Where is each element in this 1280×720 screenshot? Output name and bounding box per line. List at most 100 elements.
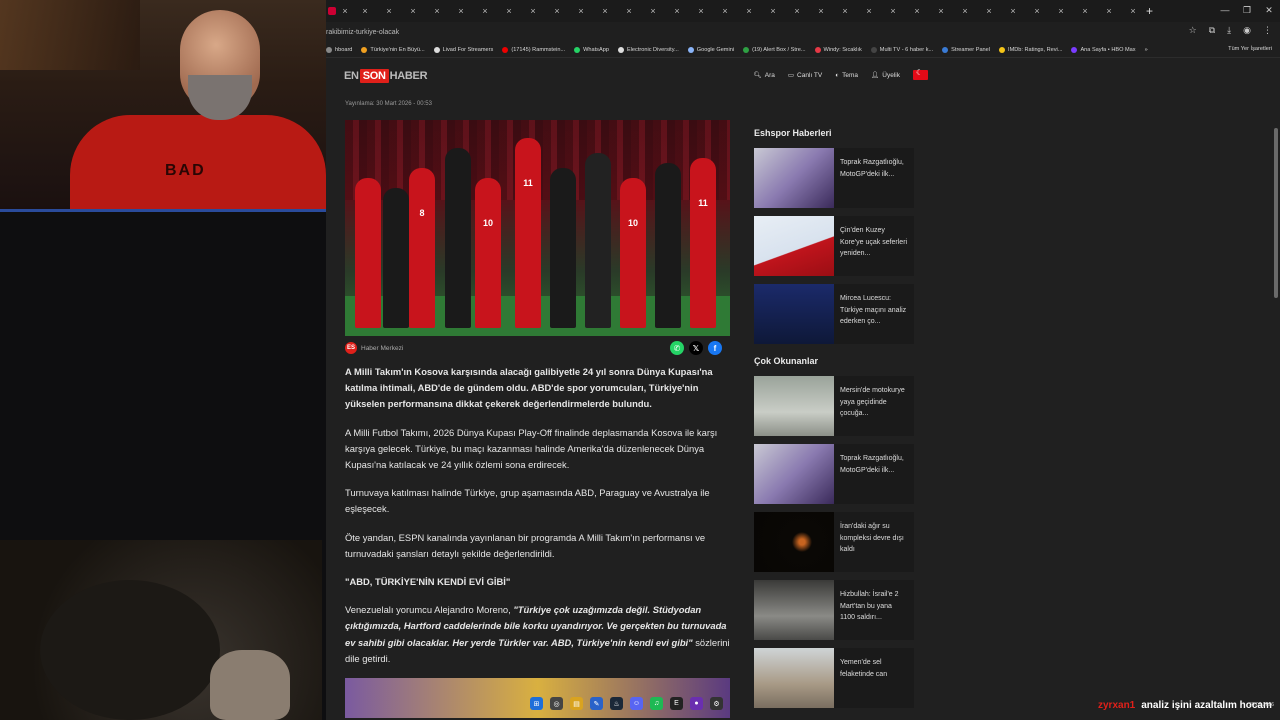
browser-tab[interactable]: × xyxy=(854,3,878,19)
nav-membership[interactable]: 👤︎ Üyelik xyxy=(871,70,900,80)
tab-close-icon[interactable]: × xyxy=(626,6,631,16)
tab-close-icon[interactable]: × xyxy=(506,6,511,16)
tab-close-icon[interactable]: × xyxy=(746,6,751,16)
tab-close-icon[interactable]: × xyxy=(1010,6,1015,16)
address-bar[interactable]: rakibimiz-turkiye-olacak ☆ ⧉ ⤓ ◉ ⋮ xyxy=(326,22,1280,42)
tab-close-icon[interactable]: × xyxy=(482,6,487,16)
browser-tab[interactable]: × xyxy=(542,3,566,19)
browser-tab[interactable]: × xyxy=(662,3,686,19)
tab-close-icon[interactable]: × xyxy=(554,6,559,16)
browser-tab[interactable]: × xyxy=(1070,3,1094,19)
whatsapp-share-icon[interactable]: ✆ xyxy=(670,341,684,355)
browser-tab[interactable]: × xyxy=(1046,3,1070,19)
bookmark-item[interactable]: Multi TV - 6 haber k... xyxy=(870,46,933,53)
bookmark-item[interactable]: Ana Sayfa • HBO Max xyxy=(1071,46,1136,53)
settings-icon[interactable]: ⚙ xyxy=(710,697,723,710)
folder-icon[interactable]: ▤ xyxy=(570,697,583,710)
browser-tab[interactable]: × xyxy=(566,3,590,19)
tab-close-icon[interactable]: × xyxy=(458,6,463,16)
epic-games-icon[interactable]: E xyxy=(670,697,683,710)
browser-tab[interactable]: × xyxy=(374,3,398,19)
bookmark-item[interactable]: (17145) Rammstein... xyxy=(502,46,565,53)
all-bookmarks-button[interactable]: Tüm Yer İşaretleri xyxy=(1228,46,1272,52)
menu-icon[interactable]: ⋮ xyxy=(1263,25,1272,36)
browser-tab[interactable]: × xyxy=(686,3,710,19)
site-logo[interactable]: EN SON HABER xyxy=(344,69,428,83)
bookmark-item[interactable]: Livad For Streamers xyxy=(433,46,493,53)
news-card[interactable]: Toprak Razgatlıoğlu, MotoGP'deki ilk... xyxy=(754,444,914,504)
tab-close-icon[interactable]: × xyxy=(1082,6,1087,16)
extensions-icon[interactable]: ⧉ xyxy=(1209,25,1215,36)
windows-start-icon[interactable]: ⊞ xyxy=(530,697,543,710)
tab-close-icon[interactable]: × xyxy=(1130,6,1135,16)
tab-close-icon[interactable]: × xyxy=(914,6,919,16)
bookmark-item[interactable]: WhatsApp xyxy=(574,46,609,53)
browser-tab[interactable]: × xyxy=(350,3,374,19)
turkey-flag-icon[interactable] xyxy=(913,68,928,80)
news-card[interactable]: İran'daki ağır su kompleksi devre dışı k… xyxy=(754,512,914,572)
tab-close-icon[interactable]: × xyxy=(794,6,799,16)
chrome-icon[interactable]: ◎ xyxy=(550,697,563,710)
tab-close-icon[interactable]: × xyxy=(1058,6,1063,16)
tab-close-icon[interactable]: × xyxy=(602,6,607,16)
nav-live-tv[interactable]: ▭ Canlı TV xyxy=(788,70,822,80)
browser-tab[interactable]: × xyxy=(398,3,422,19)
browser-tab[interactable]: × xyxy=(470,3,494,19)
browser-tab[interactable]: × xyxy=(830,3,854,19)
tab-close-icon[interactable]: × xyxy=(698,6,703,16)
browser-tab[interactable]: × xyxy=(974,3,998,19)
browser-tab[interactable]: × xyxy=(614,3,638,19)
tab-close-icon[interactable]: × xyxy=(434,6,439,16)
tab-close-icon[interactable]: × xyxy=(1106,6,1111,16)
tab-close-icon[interactable]: × xyxy=(986,6,991,16)
browser-tab[interactable]: × xyxy=(806,3,830,19)
tab-close-icon[interactable]: × xyxy=(650,6,655,16)
minimize-icon[interactable]: — xyxy=(1214,0,1236,22)
browser-tab[interactable]: × xyxy=(926,3,950,19)
bookmark-item[interactable]: hboard xyxy=(326,46,352,53)
x-share-icon[interactable]: 𝕏 xyxy=(689,341,703,355)
bookmark-item[interactable]: Google Gemini xyxy=(687,46,734,53)
bookmark-item[interactable]: Streamer Panel xyxy=(942,46,990,53)
news-card[interactable]: Mircea Lucescu: Türkiye maçını analiz ed… xyxy=(754,284,914,344)
discord-icon[interactable]: ☺ xyxy=(630,697,643,710)
tab-close-icon[interactable]: × xyxy=(386,6,391,16)
news-card[interactable]: Mersin'de motokurye yaya geçidinde çocuğ… xyxy=(754,376,914,436)
tab-close-icon[interactable]: × xyxy=(342,6,347,16)
news-card[interactable]: Hizbullah: İsrail'e 2 Mart'tan bu yana 1… xyxy=(754,580,914,640)
tab-close-icon[interactable]: × xyxy=(362,6,367,16)
download-icon[interactable]: ⤓ xyxy=(1227,25,1231,36)
browser-tab[interactable]: × xyxy=(782,3,806,19)
url-text[interactable]: rakibimiz-turkiye-olacak xyxy=(326,29,399,36)
browser-tab[interactable]: × xyxy=(518,3,542,19)
bookmark-item[interactable]: (19) Alert Box / Stre... xyxy=(743,46,806,53)
news-card[interactable]: Toprak Razgatlıoğlu, MotoGP'deki ilk... xyxy=(754,148,914,208)
facebook-share-icon[interactable]: f xyxy=(708,341,722,355)
browser-tab[interactable]: × xyxy=(950,3,974,19)
browser-tab[interactable]: × xyxy=(638,3,662,19)
browser-tab[interactable]: × xyxy=(734,3,758,19)
browser-tab[interactable]: × xyxy=(326,3,350,19)
tab-close-icon[interactable]: × xyxy=(938,6,943,16)
obs-icon[interactable]: ● xyxy=(690,697,703,710)
browser-tab[interactable]: × xyxy=(902,3,926,19)
bookmark-item[interactable]: Türkiye'nin En Büyü... xyxy=(361,46,425,53)
tab-close-icon[interactable]: × xyxy=(962,6,967,16)
browser-tab[interactable]: × xyxy=(998,3,1022,19)
tab-close-icon[interactable]: × xyxy=(890,6,895,16)
browser-tab[interactable]: × xyxy=(758,3,782,19)
restore-icon[interactable]: ❐ xyxy=(1236,0,1258,22)
tab-close-icon[interactable]: × xyxy=(818,6,823,16)
bookmarks-overflow-icon[interactable]: » xyxy=(1145,47,1148,53)
browser-tab[interactable]: × xyxy=(710,3,734,19)
tab-close-icon[interactable]: × xyxy=(842,6,847,16)
tab-close-icon[interactable]: × xyxy=(866,6,871,16)
news-card[interactable]: Çin'den Kuzey Kore'ye uçak seferleri yen… xyxy=(754,216,914,276)
tab-close-icon[interactable]: × xyxy=(578,6,583,16)
new-tab-button[interactable]: + xyxy=(1146,4,1153,18)
bookmark-item[interactable]: IMDb: Ratings, Revi... xyxy=(999,46,1062,53)
spotify-icon[interactable]: ♫ xyxy=(650,697,663,710)
bookmark-star-icon[interactable]: ☆ xyxy=(1189,25,1197,36)
tab-close-icon[interactable]: × xyxy=(1034,6,1039,16)
bookmark-item[interactable]: Electronic Diversity... xyxy=(617,46,679,53)
